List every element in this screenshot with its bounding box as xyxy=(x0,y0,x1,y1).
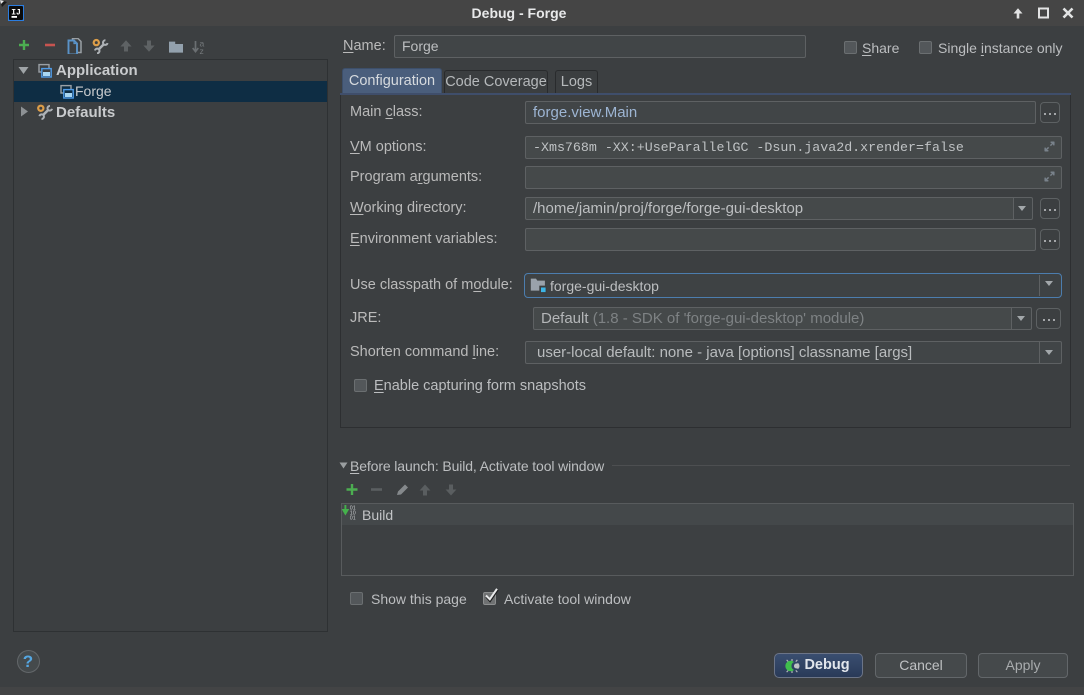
svg-text:z: z xyxy=(200,46,204,54)
svg-text:01: 01 xyxy=(350,516,356,522)
